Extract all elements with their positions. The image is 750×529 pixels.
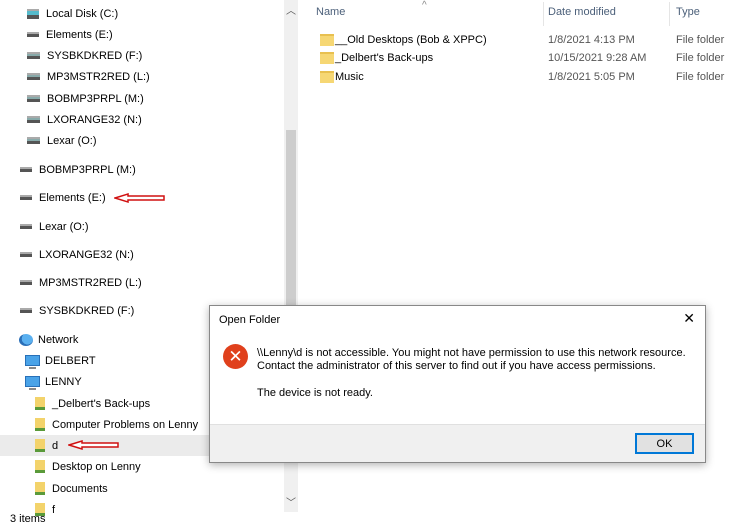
network-share-icon — [35, 418, 45, 431]
nav-item[interactable]: LXORANGE32 (N:) — [0, 244, 284, 265]
file-name: __Old Desktops (Bob & XPPC) — [335, 33, 487, 46]
nav-item-label: Documents — [52, 482, 108, 495]
nav-item-label: Local Disk (C:) — [46, 7, 119, 20]
error-message: \\Lenny\d is not accessible. You might n… — [257, 347, 686, 400]
column-header-type[interactable]: Type — [676, 6, 700, 24]
error-line-2: Contact the administrator of this server… — [257, 360, 656, 372]
nav-item-label: MP3MSTR2RED (L:) — [39, 276, 142, 289]
nav-item[interactable]: Lexar (O:) — [0, 216, 284, 237]
sort-ascending-icon: ^ — [422, 0, 427, 11]
dialog-title: Open Folder — [219, 314, 281, 326]
file-date: 1/8/2021 5:05 PM — [548, 70, 635, 83]
file-type: File folder — [676, 52, 725, 64]
drive-icon — [20, 224, 32, 229]
nav-item[interactable]: LXORANGE32 (N:) — [0, 109, 284, 130]
local-disk-icon — [27, 8, 39, 19]
usb-drive-icon — [27, 52, 40, 59]
computer-icon — [25, 376, 40, 390]
computer-icon — [25, 355, 40, 369]
nav-item-label: Elements (E:) — [39, 191, 106, 204]
file-row[interactable]: Music 1/8/2021 5:05 PM File folder — [318, 67, 750, 86]
column-divider[interactable] — [543, 2, 544, 26]
nav-item-label: Computer Problems on Lenny — [52, 418, 199, 431]
nav-item-label: Network — [38, 333, 79, 346]
scroll-down-icon[interactable]: ﹀ — [286, 494, 296, 509]
dialog-footer: OK — [210, 424, 705, 462]
network-share-icon — [35, 482, 45, 495]
folder-icon — [320, 52, 334, 64]
column-divider[interactable] — [669, 2, 670, 26]
nav-item-label: BOBMP3PRPL (M:) — [39, 163, 136, 176]
annotation-arrow-elements — [114, 193, 165, 203]
nav-item-label: Lexar (O:) — [47, 134, 97, 147]
error-line-3: The device is not ready. — [257, 387, 373, 399]
nav-item-label: Lexar (O:) — [39, 220, 89, 233]
nav-item-label: f — [52, 503, 56, 516]
network-icon — [19, 333, 33, 346]
nav-item[interactable]: Documents — [0, 478, 284, 499]
nav-item-label: MP3MSTR2RED (L:) — [47, 70, 150, 83]
usb-drive-icon — [27, 116, 40, 123]
usb-drive-icon — [27, 73, 40, 80]
column-header-name[interactable]: Name — [316, 6, 345, 24]
file-name: _Delbert's Back-ups — [335, 52, 434, 64]
folder-icon — [320, 33, 334, 46]
nav-item-label: SYSBKDKRED (F:) — [39, 304, 135, 317]
error-icon: ✕ — [223, 344, 248, 369]
drive-icon — [20, 308, 32, 313]
file-row[interactable]: _Delbert's Back-ups 10/15/2021 9:28 AM Fil… — [318, 49, 750, 68]
folder-icon — [320, 70, 334, 83]
usb-drive-icon — [27, 137, 40, 144]
nav-item[interactable]: SYSBKDKRED (F:) — [0, 45, 284, 66]
drive-icon — [20, 252, 32, 257]
file-date: 10/15/2021 9:28 AM — [548, 52, 647, 64]
scroll-up-icon[interactable]: ︿ — [286, 2, 296, 17]
network-share-icon — [35, 397, 45, 410]
status-item-count: 3 items — [10, 513, 46, 525]
file-date: 1/8/2021 4:13 PM — [548, 33, 635, 46]
file-name: Music — [335, 70, 364, 83]
network-share-icon — [35, 460, 45, 473]
nav-item-label: _Delbert's Back-ups — [52, 397, 151, 410]
nav-item-label: SYSBKDKRED (F:) — [47, 49, 143, 62]
nav-item-label: LXORANGE32 (N:) — [47, 113, 142, 126]
drive-icon — [27, 32, 39, 37]
nav-item[interactable]: Lexar (O:) — [0, 130, 284, 151]
usb-drive-icon — [27, 95, 40, 102]
network-share-icon — [35, 439, 45, 452]
nav-item-label: DELBERT — [45, 354, 96, 367]
file-type: File folder — [676, 70, 725, 83]
nav-item-label: LENNY — [45, 375, 82, 388]
close-icon[interactable]: ✕ — [683, 310, 695, 327]
error-line-1: \\Lenny\d is not accessible. You might n… — [257, 347, 686, 359]
file-type: File folder — [676, 33, 725, 46]
ok-button[interactable]: OK — [635, 433, 694, 454]
nav-item[interactable]: Local Disk (C:) — [0, 3, 284, 24]
file-row[interactable]: __Old Desktops (Bob & XPPC) 1/8/2021 4:13… — [318, 30, 750, 49]
nav-item[interactable]: MP3MSTR2RED (L:) — [0, 66, 284, 87]
annotation-arrow-d — [68, 440, 119, 450]
drive-icon — [20, 280, 32, 285]
nav-item[interactable]: MP3MSTR2RED (L:) — [0, 272, 284, 293]
open-folder-dialog: Open Folder ✕ ✕ \\Lenny\d is not accessi… — [209, 305, 706, 463]
drive-icon — [20, 167, 32, 172]
nav-item-label: Desktop on Lenny — [52, 460, 141, 473]
nav-item[interactable]: Elements (E:) — [0, 24, 284, 45]
nav-item-label: d — [52, 439, 59, 452]
nav-item-label: Elements (E:) — [46, 28, 113, 41]
drive-icon — [20, 195, 32, 200]
nav-item[interactable]: BOBMP3PRPL (M:) — [0, 88, 284, 109]
nav-item[interactable]: BOBMP3PRPL (M:) — [0, 159, 284, 180]
nav-item-label: BOBMP3PRPL (M:) — [47, 92, 144, 105]
nav-item-label: LXORANGE32 (N:) — [39, 248, 134, 261]
column-header-date[interactable]: Date modified — [548, 6, 616, 24]
